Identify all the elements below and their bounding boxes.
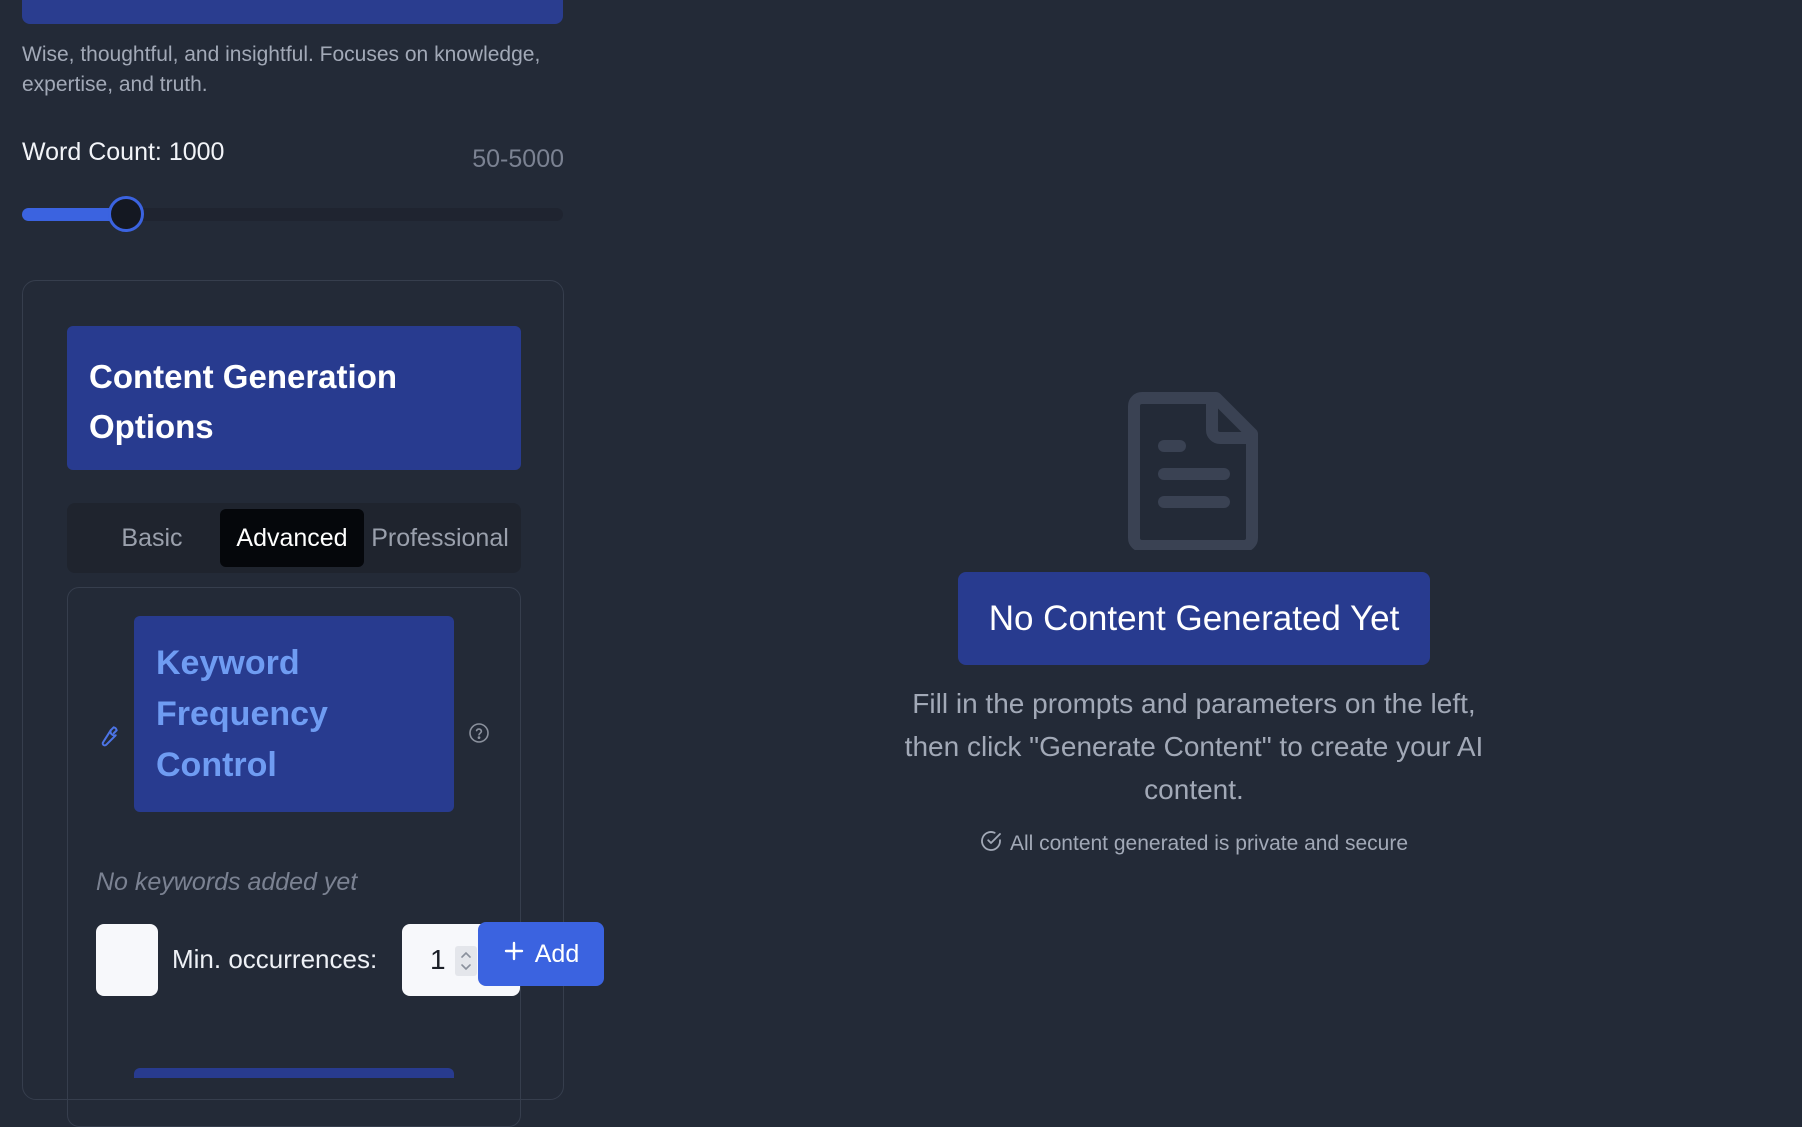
persona-selected-bar[interactable] (22, 0, 563, 24)
help-icon[interactable] (468, 722, 490, 744)
word-count-slider[interactable] (22, 196, 563, 232)
slider-thumb[interactable] (108, 196, 144, 232)
wrench-icon (96, 724, 120, 748)
persona-description: Wise, thoughtful, and insightful. Focuse… (22, 43, 541, 96)
content-options-title: Content Generation Options (67, 326, 521, 470)
keyword-input[interactable] (96, 924, 158, 996)
empty-state-title: No Content Generated Yet (958, 572, 1430, 665)
keyword-frequency-card: Keyword Frequency Control No keywords ad… (67, 587, 521, 1127)
tab-basic[interactable]: Basic (87, 509, 217, 567)
word-count-range: 50-5000 (472, 145, 564, 173)
tab-advanced[interactable]: Advanced (220, 509, 364, 567)
tab-professional[interactable]: Professional (364, 509, 516, 567)
secure-note: All content generated is private and sec… (958, 830, 1430, 858)
min-occurrences-value: 1 (430, 944, 446, 975)
check-circle-icon (980, 830, 1002, 858)
plus-icon (503, 940, 525, 969)
empty-state-description: Fill in the prompts and parameters on th… (904, 688, 1484, 805)
number-stepper[interactable] (455, 946, 477, 976)
document-icon (1128, 390, 1260, 552)
no-keywords-text: No keywords added yet (96, 868, 358, 896)
add-keyword-button[interactable]: Add (478, 922, 604, 986)
secure-note-text: All content generated is private and sec… (1009, 832, 1409, 855)
options-tabs: Basic Advanced Professional (67, 503, 521, 573)
keyword-frequency-title: Keyword Frequency Control (134, 616, 454, 812)
word-count-label: Word Count: 1000 (22, 138, 225, 166)
next-section-title-strip (134, 1068, 454, 1078)
add-button-label: Add (534, 939, 580, 968)
min-occurrences-label: Min. occurrences: (172, 944, 378, 974)
